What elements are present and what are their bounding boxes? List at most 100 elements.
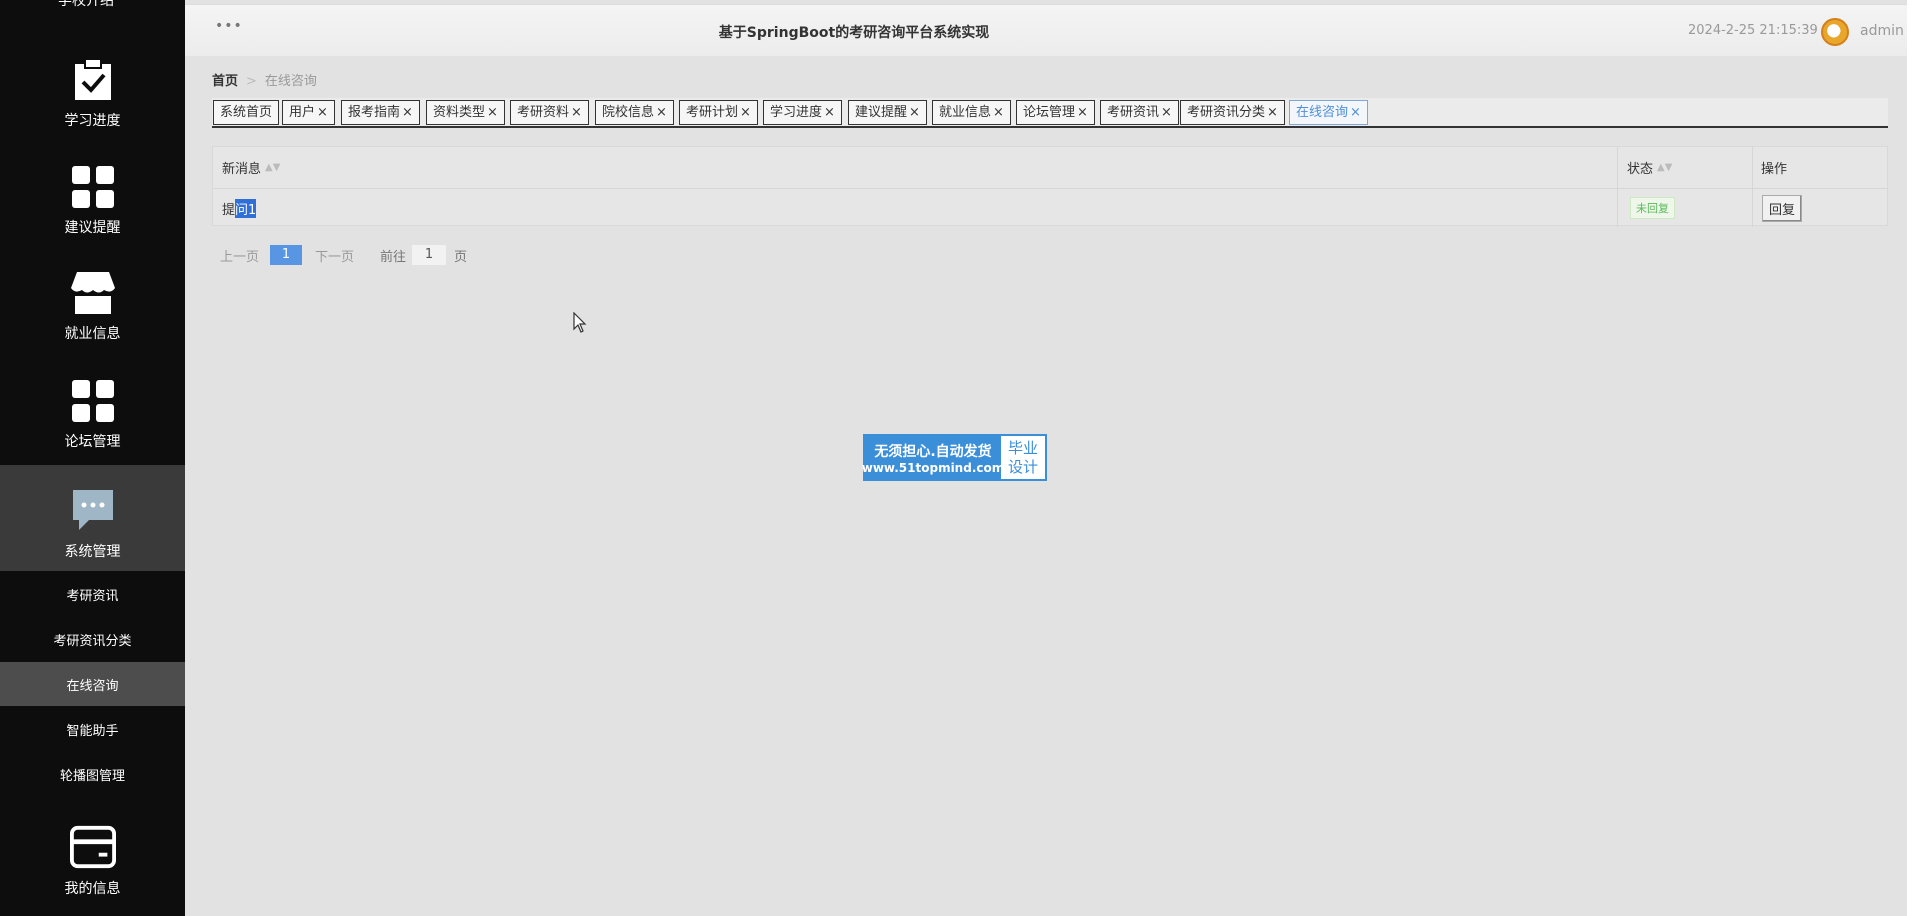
- tab-news[interactable]: 考研资讯 ×: [1100, 100, 1179, 125]
- tab-close-icon[interactable]: ×: [993, 105, 1004, 120]
- tab-schools[interactable]: 院校信息 ×: [595, 100, 674, 125]
- tab-label: 建议提醒: [855, 105, 908, 120]
- sidebar-item-label: 论坛管理: [64, 434, 121, 450]
- tab-forum[interactable]: 论坛管理 ×: [1016, 100, 1095, 125]
- tab-label: 资料类型: [433, 105, 486, 120]
- window-edge: [1907, 0, 1912, 916]
- tab-close-icon[interactable]: ×: [1350, 105, 1361, 120]
- tab-close-icon[interactable]: ×: [402, 105, 413, 120]
- grid-icon: [70, 379, 116, 423]
- clipboard-check-icon: [70, 58, 116, 102]
- tab-label: 用户: [289, 105, 316, 120]
- column-divider: [1617, 147, 1618, 227]
- tab-close-icon[interactable]: ×: [317, 105, 328, 120]
- message-text-selected: 问1: [235, 198, 257, 218]
- sidebar-item-system[interactable]: 系统管理: [0, 465, 185, 571]
- tab-progress[interactable]: 学习进度 ×: [763, 100, 842, 125]
- sidebar-item-label: 我的信息: [64, 881, 121, 897]
- breadcrumb-current: 在线咨询: [264, 74, 317, 89]
- sidebar-item-study-progress[interactable]: 学习进度: [0, 58, 185, 130]
- sidebar-sub-item-news[interactable]: 考研资讯: [0, 572, 185, 616]
- column-label: 状态: [1627, 162, 1654, 177]
- tab-material-type[interactable]: 资料类型 ×: [426, 100, 505, 125]
- column-header-action: 操作: [1761, 147, 1787, 188]
- tab-close-icon[interactable]: ×: [824, 105, 835, 120]
- tab-label: 学习进度: [770, 105, 823, 120]
- tab-close-icon[interactable]: ×: [571, 105, 582, 120]
- sidebar-sub-item-news-category[interactable]: 考研资讯分类: [0, 617, 185, 661]
- card-icon: [69, 824, 116, 870]
- sidebar-sub-item-carousel[interactable]: 轮播图管理: [0, 752, 185, 796]
- tab-close-icon[interactable]: ×: [1077, 105, 1088, 120]
- sort-icon[interactable]: ▲▼: [265, 162, 280, 173]
- tab-close-icon[interactable]: ×: [740, 105, 751, 120]
- tab-plan[interactable]: 考研计划 ×: [679, 100, 758, 125]
- datetime-display: 2024-2-25 21:15:39: [1688, 23, 1818, 38]
- tab-label: 院校信息: [602, 105, 655, 120]
- tab-close-icon[interactable]: ×: [656, 105, 667, 120]
- sidebar-sub-item-online-consult[interactable]: 在线咨询: [0, 662, 185, 706]
- tab-employment[interactable]: 就业信息 ×: [932, 100, 1011, 125]
- tab-materials[interactable]: 考研资料 ×: [510, 100, 589, 125]
- reply-button[interactable]: 回复: [1762, 194, 1803, 222]
- breadcrumb-home[interactable]: 首页: [212, 74, 238, 89]
- sidebar-item-my-info[interactable]: 我的信息: [0, 824, 185, 902]
- status-cell: 未回复: [1630, 189, 1675, 227]
- tab-online-consult[interactable]: 在线咨询 ×: [1289, 100, 1368, 125]
- sidebar-sub-item-assistant[interactable]: 智能助手: [0, 707, 185, 751]
- tab-label: 考研计划: [686, 105, 739, 120]
- watermark-right2: 设计: [1007, 457, 1038, 476]
- page-unit-label: 页: [454, 250, 468, 265]
- tab-close-icon[interactable]: ×: [909, 105, 920, 120]
- sidebar-sub-label: 考研资讯: [66, 588, 119, 604]
- sidebar-sub-label: 在线咨询: [66, 678, 119, 694]
- tab-label: 在线咨询: [1296, 105, 1349, 120]
- sidebar-sub-label: 智能助手: [66, 723, 119, 739]
- store-icon: [70, 271, 116, 315]
- watermark-line2: www.51topmind.com: [861, 460, 1005, 475]
- tab-label: 考研资讯分类: [1187, 105, 1266, 120]
- sidebar-item-suggestions[interactable]: 建议提醒: [0, 165, 185, 237]
- sidebar-item-employment[interactable]: 就业信息: [0, 271, 185, 343]
- user-avatar[interactable]: [1821, 18, 1849, 46]
- sidebar-item-forum[interactable]: 论坛管理: [0, 379, 185, 451]
- tab-suggestions[interactable]: 建议提醒 ×: [848, 100, 927, 125]
- tab-close-icon[interactable]: ×: [1267, 105, 1278, 120]
- messages-table: 新消息 ▲▼ 状态 ▲▼ 操作 提问1 未回复 回复: [212, 146, 1888, 227]
- column-label: 新消息: [222, 162, 262, 177]
- grid-icon: [70, 165, 116, 209]
- tab-label: 考研资讯: [1107, 105, 1160, 120]
- tab-label: 论坛管理: [1023, 105, 1076, 120]
- username-label[interactable]: admin: [1860, 23, 1904, 39]
- tab-users[interactable]: 用户 ×: [282, 100, 335, 125]
- column-header-message[interactable]: 新消息 ▲▼: [222, 147, 280, 188]
- watermark-line1: 无须担心.自动发货: [874, 443, 992, 460]
- breadcrumb: 首页 > 在线咨询: [212, 70, 317, 89]
- sidebar-sub-label: 轮播图管理: [59, 768, 125, 784]
- watermark-right: 毕业 设计: [1001, 436, 1045, 479]
- tab-label: 考研资料: [517, 105, 570, 120]
- tab-close-icon[interactable]: ×: [1161, 105, 1172, 120]
- message-text-prefix: 提: [222, 202, 236, 218]
- goto-page-input[interactable]: 1: [412, 245, 446, 265]
- sidebar-cut-label: 学校介绍: [58, 0, 114, 9]
- column-label: 操作: [1761, 162, 1788, 177]
- tab-home[interactable]: 系统首页: [213, 100, 280, 125]
- tab-close-icon[interactable]: ×: [487, 105, 498, 120]
- status-badge: 未回复: [1630, 197, 1675, 219]
- next-page-button[interactable]: 下一页: [315, 246, 354, 265]
- column-header-status[interactable]: 状态 ▲▼: [1627, 147, 1672, 188]
- watermark-logo: 无须担心.自动发货 www.51topmind.com 毕业 设计: [861, 434, 1047, 481]
- chat-icon: [70, 487, 116, 533]
- top-bar: ••• 基于SpringBoot的考研咨询平台系统实现 2024-2-25 21…: [185, 4, 1912, 56]
- sort-icon[interactable]: ▲▼: [1657, 162, 1672, 173]
- prev-page-button[interactable]: 上一页: [220, 246, 259, 265]
- tab-exam-guide[interactable]: 报考指南 ×: [341, 100, 420, 125]
- tab-news-category[interactable]: 考研资讯分类 ×: [1180, 100, 1285, 125]
- sidebar-sub-label: 考研资讯分类: [53, 633, 132, 649]
- mouse-cursor-icon: [573, 311, 587, 338]
- page-number-button[interactable]: 1: [270, 245, 302, 265]
- table-header: 新消息 ▲▼ 状态 ▲▼ 操作: [213, 147, 1887, 189]
- column-divider: [1752, 147, 1753, 227]
- tab-bar: 系统首页 用户 × 报考指南 × 资料类型 × 考研资料 × 院校信息 × 考研计划 × 学…: [212, 98, 1888, 128]
